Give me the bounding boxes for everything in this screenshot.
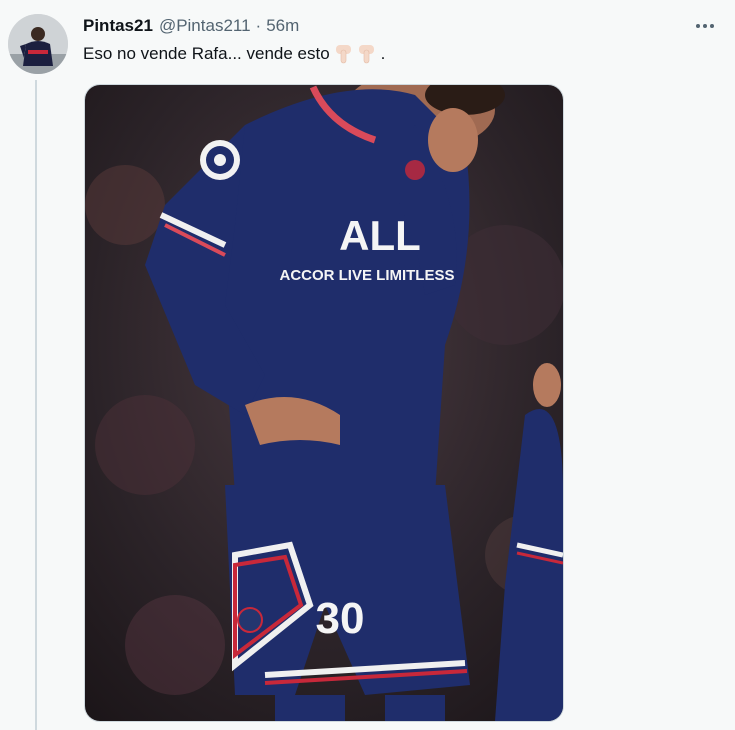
sponsor-subtext: ACCOR LIVE LIMITLESS	[279, 267, 454, 284]
avatar[interactable]	[8, 14, 68, 74]
tweet-text: Eso no vende Rafa... vende esto .	[83, 44, 385, 64]
avatar-image	[8, 14, 68, 74]
separator-dot: ·	[255, 16, 262, 35]
tweet-text-end: .	[380, 44, 386, 63]
more-options-icon[interactable]	[688, 14, 722, 38]
tweet[interactable]: Pintas21 @Pintas211 · 56m Eso no vende R…	[0, 0, 735, 730]
display-name[interactable]: Pintas21	[83, 16, 153, 36]
user-handle[interactable]: @Pintas211	[159, 16, 251, 36]
tweet-header: Pintas21 @Pintas211 · 56m	[83, 15, 299, 37]
tweet-media-image[interactable]: ALL ACCOR LIVE LIMITLESS 30	[84, 84, 564, 722]
timestamp[interactable]: 56m	[266, 16, 299, 36]
photo-footballer: ALL ACCOR LIVE LIMITLESS 30	[85, 85, 563, 721]
tweet-text-body: Eso no vende Rafa... vende esto	[83, 44, 330, 63]
pointing-down-hand-emoji	[334, 44, 353, 64]
thread-line	[35, 80, 37, 730]
shorts-number: 30	[316, 594, 365, 643]
sponsor-logo-text: ALL	[339, 212, 421, 259]
pointing-down-hand-emoji	[357, 44, 376, 64]
